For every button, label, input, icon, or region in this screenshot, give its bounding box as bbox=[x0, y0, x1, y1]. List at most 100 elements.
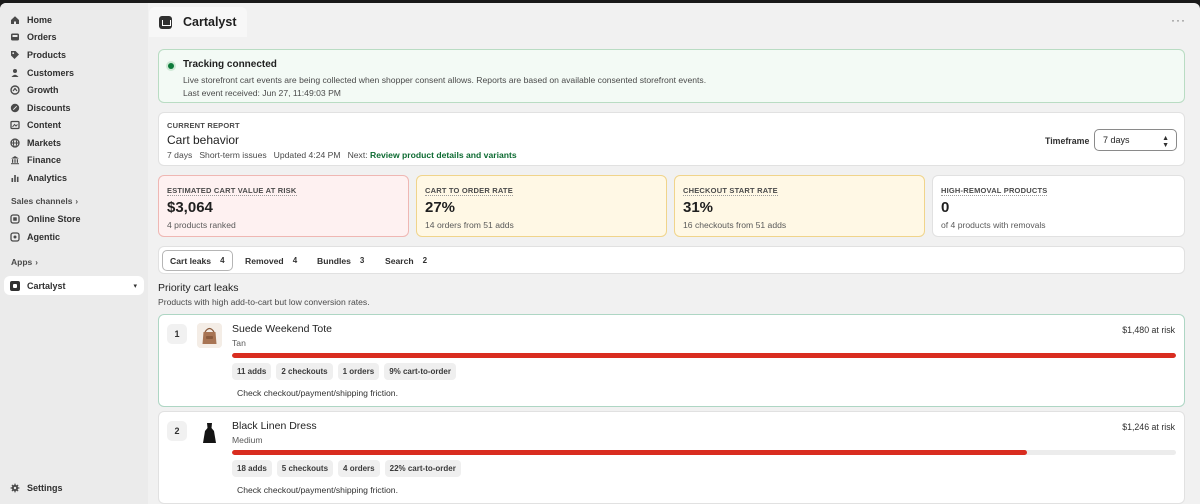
sidebar-item-growth[interactable]: Growth bbox=[4, 81, 144, 98]
metric-card-high-removal: HIGH-REMOVAL PRODUCTS 0 of 4 products wi… bbox=[932, 175, 1185, 237]
tab-cart-leaks[interactable]: Cart leaks 4 bbox=[162, 250, 233, 271]
metric-sub: 4 products ranked bbox=[167, 220, 236, 230]
product-variant: Medium bbox=[232, 435, 263, 445]
growth-icon bbox=[10, 84, 20, 95]
stat-chip: 22% cart-to-order bbox=[384, 460, 461, 477]
risk-amount: $1,480 at risk bbox=[1122, 325, 1175, 335]
select-caret-icon: ▲ ▼ bbox=[1162, 135, 1169, 149]
risk-bar-fill bbox=[232, 450, 1027, 455]
tracking-banner: Tracking connected Live storefront cart … bbox=[158, 49, 1185, 103]
tab-search[interactable]: Search 2 bbox=[378, 250, 434, 271]
sidebar-item-label: Orders bbox=[27, 31, 57, 42]
sidebar-item-label: Content bbox=[27, 119, 61, 130]
tab-count: 2 bbox=[422, 256, 428, 265]
rank-badge: 1 bbox=[167, 324, 187, 344]
sidebar-item-analytics[interactable]: Analytics bbox=[4, 169, 144, 186]
stat-chip: 2 checkouts bbox=[276, 363, 333, 380]
sidebar-item-markets[interactable]: Markets bbox=[4, 134, 144, 151]
risk-bar bbox=[232, 353, 1176, 358]
sidebar-item-orders[interactable]: Orders bbox=[4, 28, 144, 45]
leak-stats: 11 adds 2 checkouts 1 orders 9% cart-to-… bbox=[232, 363, 456, 380]
sidebar-item-finance[interactable]: Finance bbox=[4, 151, 144, 168]
report-scope: Short-term issues bbox=[199, 150, 267, 160]
timeframe-value: 7 days bbox=[1103, 135, 1130, 145]
metric-label: CART TO ORDER RATE bbox=[425, 186, 513, 196]
globe-icon bbox=[10, 137, 20, 148]
sidebar-item-home[interactable]: Home bbox=[4, 11, 144, 28]
stat-chip: 11 adds bbox=[232, 363, 272, 380]
sidebar-item-products[interactable]: Products bbox=[4, 46, 144, 63]
sidebar-item-label: Customers bbox=[27, 67, 75, 78]
metric-value: 27% bbox=[425, 199, 456, 216]
chevron-right-icon: › bbox=[35, 258, 38, 267]
risk-bar bbox=[232, 450, 1176, 455]
metric-value: 0 bbox=[941, 199, 950, 216]
sidebar-item-cartalyst[interactable]: Cartalyst ▾ bbox=[4, 276, 144, 295]
sidebar-item-label: Products bbox=[27, 49, 67, 60]
risk-bar-fill bbox=[232, 353, 1176, 358]
next-step: Next: Review product details and variant… bbox=[348, 150, 517, 160]
timeframe-select[interactable]: 7 days ▲ ▼ bbox=[1094, 129, 1177, 151]
sidebar-item-online-store[interactable]: Online Store bbox=[4, 210, 144, 227]
tag-icon bbox=[10, 50, 20, 60]
tab-label: Bundles bbox=[317, 255, 351, 266]
leak-item[interactable]: 1 Suede Weekend Tote Tan $1,480 at risk … bbox=[158, 314, 1185, 407]
next-prefix: Next: bbox=[347, 150, 368, 160]
timeframe-label: Timeframe bbox=[1045, 136, 1090, 146]
sidebar-item-label: Settings bbox=[27, 482, 63, 493]
chart-bar-icon bbox=[10, 173, 20, 183]
status-dot-icon bbox=[168, 63, 174, 69]
metric-label: HIGH-REMOVAL PRODUCTS bbox=[941, 186, 1048, 196]
tab-label: Search bbox=[385, 255, 414, 266]
stat-chip: 5 checkouts bbox=[276, 460, 334, 477]
sidebar-item-label: Home bbox=[27, 14, 53, 25]
app-header: Cartalyst bbox=[149, 7, 247, 37]
app-title: Cartalyst bbox=[183, 15, 237, 29]
banner-title: Tracking connected bbox=[183, 59, 277, 70]
tab-label: Removed bbox=[245, 255, 284, 266]
tab-removed[interactable]: Removed 4 bbox=[238, 250, 304, 271]
risk-amount: $1,246 at risk bbox=[1122, 422, 1175, 432]
banner-last-event: Last event received: Jun 27, 11:49:03 PM bbox=[183, 88, 341, 98]
sidebar-item-agentic[interactable]: Agentic bbox=[4, 228, 144, 245]
bank-icon bbox=[10, 155, 20, 165]
sidebar-item-settings[interactable]: Settings bbox=[4, 479, 144, 496]
tote-bag-image bbox=[197, 323, 222, 348]
sidebar-item-customers[interactable]: Customers bbox=[4, 64, 144, 81]
store-icon bbox=[10, 213, 20, 224]
sidebar-item-label: Agentic bbox=[27, 231, 61, 242]
metric-label: CHECKOUT START RATE bbox=[683, 186, 778, 196]
sidebar-item-label: Analytics bbox=[27, 172, 68, 183]
stat-chip: 4 orders bbox=[338, 460, 380, 477]
tab-bundles[interactable]: Bundles 3 bbox=[310, 250, 371, 271]
list-subtitle: Products with high add-to-cart but low c… bbox=[158, 297, 370, 307]
apps-heading[interactable]: Apps › bbox=[11, 257, 38, 267]
sidebar-item-discounts[interactable]: Discounts bbox=[4, 99, 144, 116]
metric-sub: 16 checkouts from 51 adds bbox=[683, 220, 787, 230]
sidebar-item-label: Online Store bbox=[27, 213, 81, 224]
leak-stats: 18 adds 5 checkouts 4 orders 22% cart-to… bbox=[232, 460, 461, 477]
sidebar-item-label: Discounts bbox=[27, 102, 71, 113]
more-actions-button[interactable]: ··· bbox=[1171, 13, 1186, 27]
product-name: Suede Weekend Tote bbox=[232, 323, 333, 335]
product-name: Black Linen Dress bbox=[232, 420, 317, 432]
chevron-right-icon: › bbox=[75, 197, 79, 206]
list-title: Priority cart leaks bbox=[158, 282, 239, 294]
banner-description: Live storefront cart events are being co… bbox=[183, 75, 707, 85]
next-action-link[interactable]: Review product details and variants bbox=[370, 150, 517, 160]
sidebar-item-label: Cartalyst bbox=[27, 280, 66, 291]
report-meta: 7 days Short-term issues Updated 4:24 PM… bbox=[167, 150, 517, 160]
metric-value: 31% bbox=[683, 199, 714, 216]
leak-item[interactable]: 2 Black Linen Dress Medium $1,246 at ris… bbox=[158, 411, 1185, 504]
sidebar-item-content[interactable]: Content bbox=[4, 116, 144, 133]
cartalyst-app-icon bbox=[10, 280, 20, 291]
sales-channels-heading[interactable]: Sales channels › bbox=[11, 196, 78, 206]
report-eyebrow: CURRENT REPORT bbox=[167, 121, 240, 130]
stat-chip: 18 adds bbox=[232, 460, 272, 477]
agentic-icon bbox=[10, 231, 20, 242]
home-icon bbox=[10, 15, 20, 25]
discount-icon bbox=[10, 103, 20, 113]
metric-label: ESTIMATED CART VALUE AT RISK bbox=[167, 186, 297, 196]
metric-card-checkout-start: CHECKOUT START RATE 31% 16 checkouts fro… bbox=[674, 175, 925, 237]
sidebar-item-label: Finance bbox=[27, 154, 62, 165]
